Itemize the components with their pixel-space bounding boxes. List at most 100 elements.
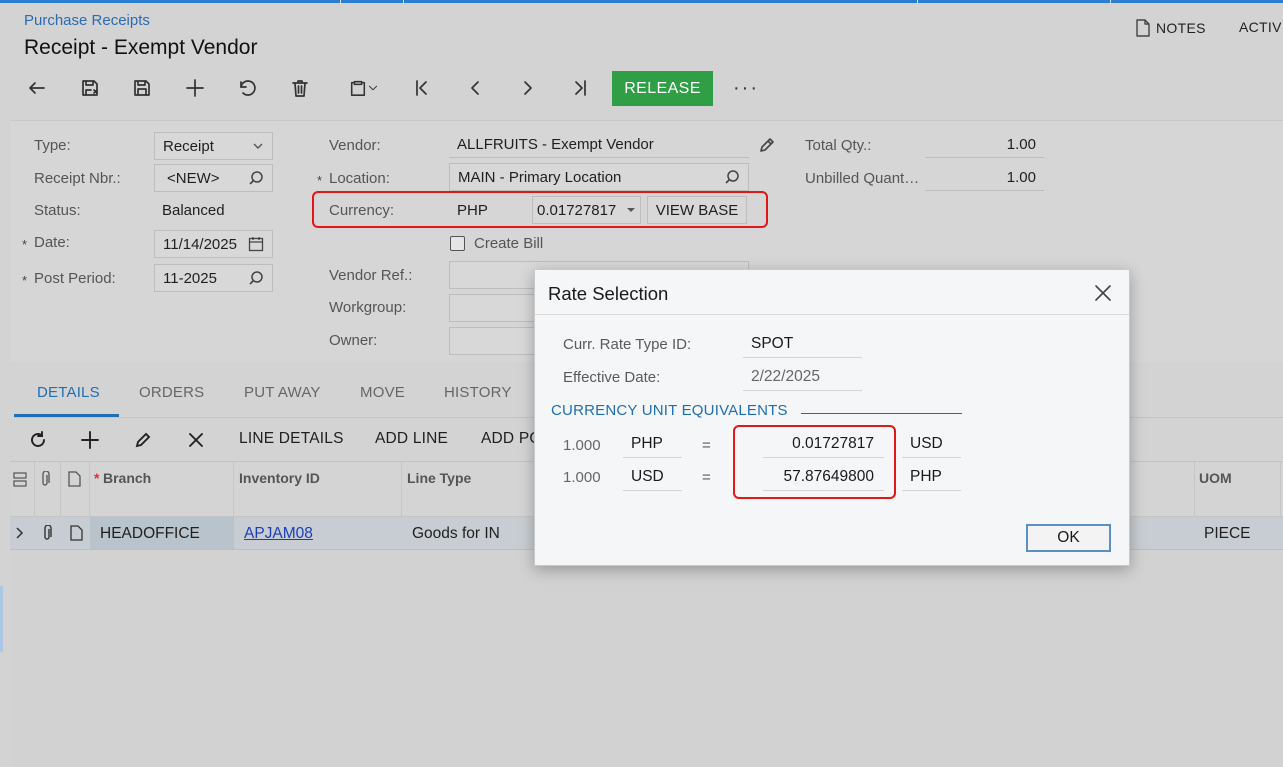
clipboard-menu-button[interactable] [340,70,388,106]
first-icon [416,80,427,96]
top-bar-divider [1110,0,1111,4]
rate-highlight-box [733,425,896,499]
notes-button[interactable]: NOTES [1135,19,1206,37]
more-actions-button[interactable]: ··· [726,70,766,106]
tab-orders[interactable]: ORDERS [139,384,204,401]
date-field[interactable]: 11/14/2025 [154,230,273,258]
close-icon [1095,285,1111,301]
receipt-nbr-value: <NEW> [167,169,220,187]
equiv-qty-2: 1.000 [563,469,601,486]
tab-move[interactable]: MOVE [360,384,405,401]
rate-type-label: Curr. Rate Type ID: [563,336,692,353]
currency-highlight-box [312,191,768,228]
save-close-button[interactable] [70,70,110,106]
clipboard-icon [350,80,366,96]
rate-type-field[interactable]: SPOT [743,330,862,358]
save-close-icon [82,80,98,96]
top-bar-divider [403,0,404,4]
branch-required-marker: * [94,470,100,486]
post-period-value: 11-2025 [163,269,217,287]
delete-button[interactable] [280,70,320,106]
column-header-uom[interactable]: UOM [1199,470,1232,486]
type-value: Receipt [163,137,214,155]
uom-cell[interactable]: PIECE [1204,525,1251,543]
left-edge-strip [0,586,3,652]
line-details-button[interactable]: LINE DETAILS [239,430,344,448]
delete-row-button[interactable] [183,428,209,452]
type-select[interactable]: Receipt [154,132,273,160]
add-line-button[interactable]: ADD LINE [375,430,448,448]
column-header-inventory-id[interactable]: Inventory ID [239,470,320,486]
back-button[interactable] [17,70,57,106]
column-header-branch[interactable]: Branch [103,470,151,486]
breadcrumb[interactable]: Purchase Receipts [24,12,150,29]
equiv-to-2-value: PHP [910,467,942,485]
create-bill-label: Create Bill [474,235,544,252]
total-qty-value: 1.00 [1006,135,1036,153]
pencil-icon [135,432,151,448]
column-header-line-type[interactable]: Line Type [407,470,471,486]
refresh-button[interactable] [25,428,51,452]
last-record-button[interactable] [560,70,600,106]
location-label: Location: [329,170,390,187]
close-icon [189,433,203,447]
receipt-nbr-label: Receipt Nbr.: [34,170,121,187]
activities-button[interactable]: ACTIV [1239,19,1282,35]
chevron-right-icon[interactable] [15,527,25,539]
save-icon [134,80,150,96]
branch-cell[interactable]: HEADOFFICE [100,525,200,543]
tab-history[interactable]: HISTORY [444,384,512,401]
first-record-button[interactable] [402,70,442,106]
effective-date-field: 2/22/2025 [743,363,862,391]
ok-button[interactable]: OK [1026,524,1111,552]
save-button[interactable] [122,70,162,106]
top-accent-bar [0,0,1283,4]
required-marker: * [22,273,28,288]
document-icon[interactable] [70,525,83,541]
inventory-id-link[interactable]: APJAM08 [244,525,313,543]
column-separator [60,462,61,516]
line-type-cell[interactable]: Goods for IN [412,525,500,543]
edit-row-button[interactable] [130,428,156,452]
row-settings-icon[interactable] [13,472,27,488]
add-po-button[interactable]: ADD PO [481,430,542,448]
undo-icon [240,80,256,96]
last-icon [575,80,586,96]
paperclip-icon[interactable] [41,525,53,542]
total-qty-field: 1.00 [925,131,1044,158]
required-marker: * [22,237,28,252]
activities-label: ACTIV [1239,19,1282,35]
effective-date-value: 2/22/2025 [751,367,820,385]
rate-type-value: SPOT [751,334,794,352]
date-value: 11/14/2025 [163,235,237,253]
equiv-to-1-value: USD [910,434,943,452]
owner-label: Owner: [329,332,378,349]
previous-record-button[interactable] [455,70,495,106]
pencil-icon [760,138,774,152]
search-icon[interactable] [248,170,264,186]
tab-put-away[interactable]: PUT AWAY [244,384,321,401]
trash-icon [292,80,308,97]
cancel-button[interactable] [227,70,267,106]
vendor-value: ALLFRUITS - Exempt Vendor [457,135,654,153]
post-period-field[interactable]: 11-2025 [154,264,273,292]
chevron-down-icon [253,143,263,149]
workgroup-label: Workgroup: [329,299,407,316]
calendar-icon[interactable] [248,236,264,252]
tab-details[interactable]: DETAILS [37,384,100,401]
add-button[interactable] [175,70,215,106]
create-bill-checkbox[interactable] [450,236,465,251]
search-icon[interactable] [724,169,740,185]
release-button[interactable]: RELEASE [612,71,713,106]
location-value: MAIN - Primary Location [458,168,622,186]
search-icon[interactable] [248,270,264,286]
add-row-button[interactable] [77,428,103,452]
location-field[interactable]: MAIN - Primary Location [449,163,749,191]
next-record-button[interactable] [508,70,548,106]
vendor-field[interactable]: ALLFRUITS - Exempt Vendor [449,131,749,158]
dialog-header: Rate Selection [535,270,1129,315]
chevron-right-icon [524,81,532,95]
close-dialog-button[interactable] [1093,283,1113,303]
receipt-nbr-field[interactable]: <NEW> [154,164,273,192]
edit-vendor-button[interactable] [758,136,776,154]
